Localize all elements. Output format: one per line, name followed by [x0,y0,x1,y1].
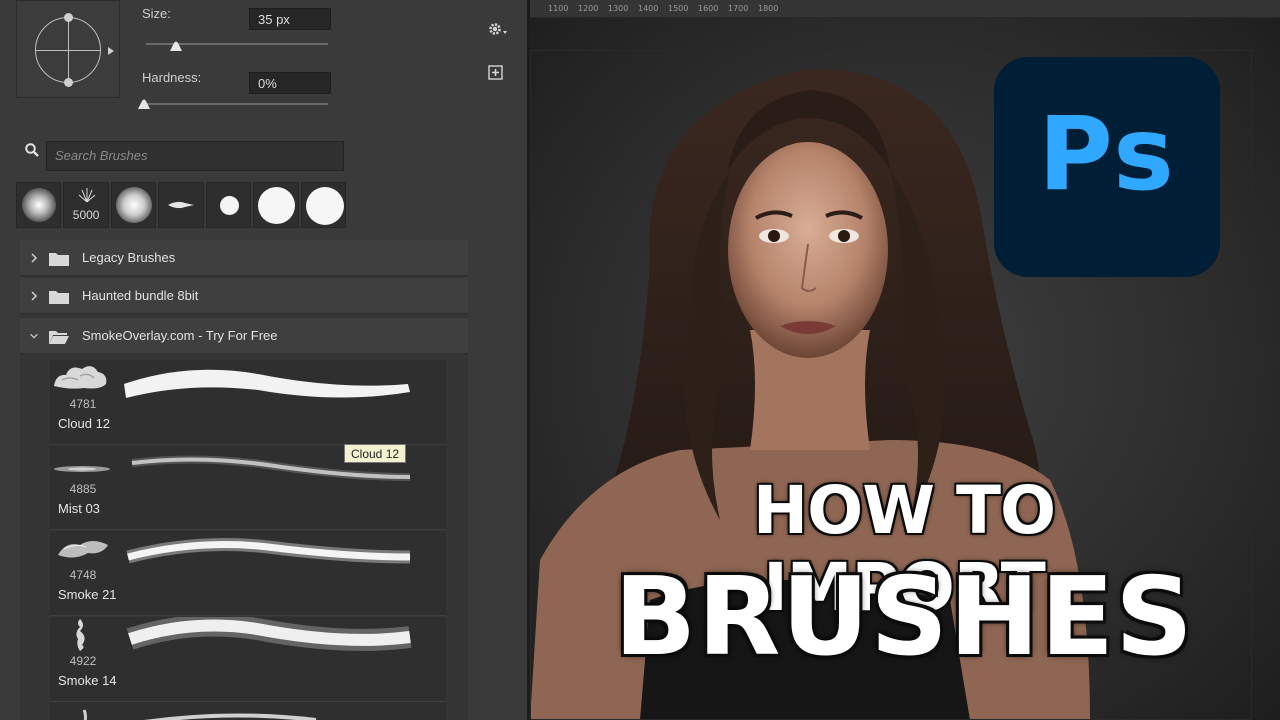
chevron-right-icon[interactable] [29,290,39,302]
brush-name: Smoke 21 [58,587,117,602]
brush-stroke-preview [143,713,317,720]
soft-round-brush-icon [115,187,152,223]
size-slider-thumb[interactable] [169,40,183,51]
ruler-tick-label: 1800 [758,4,779,13]
brush-item-next[interactable] [50,702,446,720]
recent-brush-grass[interactable]: 5000 [63,182,109,228]
horizontal-ruler[interactable]: 1100 1200 1300 1400 1500 1600 1700 1800 [530,0,1280,18]
brush-panel: Size: 35 px Hardness: 0% Search Brushes [0,0,530,720]
hard-round-brush-icon [258,187,296,224]
brush-item-smoke-14[interactable]: 4922 Smoke 14 [50,617,446,702]
recent-brush-count: 5000 [72,208,100,222]
brush-count: 4781 [69,397,97,411]
recent-brush-hard-round-1[interactable] [253,182,299,228]
folder-icon [49,253,69,266]
recent-brush-hard-round-2[interactable] [300,182,346,228]
photoshop-logo: Ps [994,57,1220,277]
hardness-field[interactable]: 0% [249,72,331,94]
brush-stroke-preview [124,369,410,398]
ruler-tick-label: 1400 [638,4,659,13]
chevron-right-icon[interactable] [29,252,39,264]
size-label: Size: [142,6,171,21]
photoshop-logo-text: Ps [1038,95,1176,214]
search-icon [24,142,40,158]
ruler-tick-label: 1700 [728,4,749,13]
headline-line-2: BRUSHES [614,555,1194,680]
group-name: SmokeOverlay.com - Try For Free [82,328,278,343]
brush-tooltip: Cloud 12 [344,444,407,463]
ruler-tick-label: 1200 [578,4,599,13]
ruler-tick-label: 1300 [608,4,629,13]
brush-count: 4885 [69,482,97,496]
chevron-down-icon[interactable] [29,330,39,342]
pen-tip-brush-icon [168,201,195,209]
brush-group-legacy[interactable]: Legacy Brushes [20,240,468,276]
soft-round-brush-icon [22,188,56,222]
brush-count: 4748 [69,568,97,582]
brush-item-cloud-12[interactable]: 4781 Cloud 12 [50,360,446,445]
search-brushes-input[interactable]: Search Brushes [46,141,344,171]
recent-brush-hard-small[interactable] [205,182,252,228]
tip-handle-bottom[interactable] [64,78,73,87]
hardness-slider-track[interactable] [146,103,328,105]
new-brush-icon[interactable] [487,64,505,82]
tip-crosshair-v [68,17,69,83]
recent-brush-pen-tip[interactable] [158,182,204,228]
group-name: Haunted bundle 8bit [82,288,199,303]
brush-stroke-preview [126,617,412,651]
brush-name: Mist 03 [58,501,100,516]
ruler-tick-label: 1500 [668,4,689,13]
brush-preset-list: Legacy Brushes Haunted bundle 8bit Smoke… [20,240,468,720]
partial-brush-thumbnail [82,709,87,720]
tip-handle-top[interactable] [64,13,73,22]
gear-icon[interactable] [487,20,507,38]
hard-round-small-brush-icon [219,196,239,215]
recent-brushes-strip: 5000 [16,182,346,228]
hardness-slider-thumb[interactable] [137,98,151,109]
brush-name: Cloud 12 [58,416,111,431]
hardness-label: Hardness: [142,70,202,85]
tip-angle-arrow-icon[interactable] [108,47,114,55]
folder-open-icon [49,331,69,344]
brush-tip-preview[interactable] [16,0,120,98]
brush-name: Smoke 14 [58,673,117,688]
ruler-tick-label: 1600 [698,4,719,13]
size-field[interactable]: 35 px [249,8,331,30]
brush-item-smoke-21[interactable]: 4748 Smoke 21 [50,531,446,616]
folder-icon [49,291,69,304]
grass-brush-icon [79,188,96,203]
brush-group-smokeoverlay[interactable]: SmokeOverlay.com - Try For Free [20,318,468,354]
brush-group-haunted[interactable]: Haunted bundle 8bit [20,278,468,314]
hard-round-brush-icon [305,187,344,225]
brush-stroke-preview [126,538,411,564]
ruler-tick-label: 1100 [548,4,569,13]
brush-count: 4922 [69,654,97,668]
recent-brush-soft-round-2[interactable] [110,182,157,228]
recent-brush-soft-round-1[interactable] [16,182,62,228]
group-name: Legacy Brushes [82,250,176,265]
